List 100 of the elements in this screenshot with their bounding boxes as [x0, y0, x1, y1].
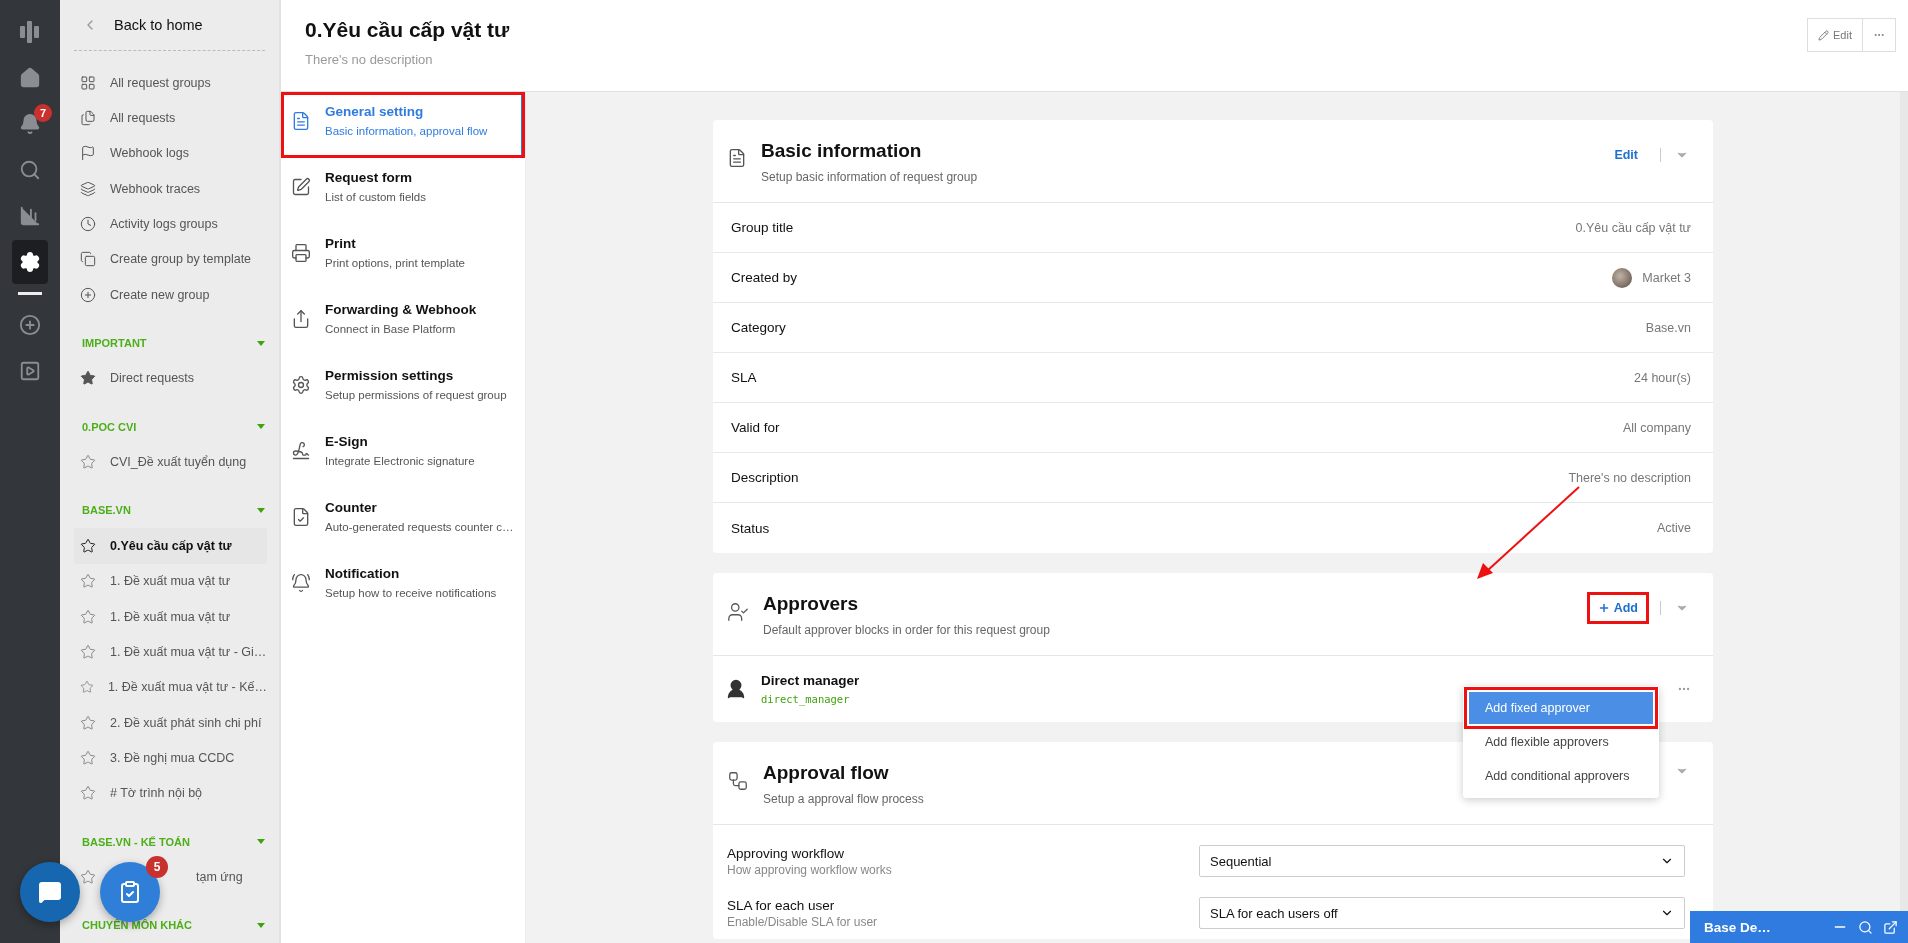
edit-icon: [291, 177, 311, 197]
settings-nav-item[interactable]: E-Sign Integrate Electronic signature: [281, 422, 525, 488]
sidebar-link[interactable]: All request groups: [74, 64, 267, 101]
select-field[interactable]: SLA for each users off: [1199, 897, 1685, 929]
back-link[interactable]: Back to home: [114, 17, 203, 34]
layers-icon: [80, 180, 96, 197]
card-subtitle: Setup basic information of request group: [761, 170, 978, 184]
sidebar-item[interactable]: 2. Đề xuất phát sinh chi phí: [74, 704, 267, 741]
copy-icon: [80, 251, 96, 268]
external-link-icon[interactable]: [1883, 919, 1898, 935]
settings-nav-item[interactable]: Notification Setup how to receive notifications: [281, 554, 525, 620]
home-icon: [19, 67, 41, 89]
star-icon[interactable]: [80, 679, 94, 696]
gear-icon: [291, 375, 311, 395]
collapse-caret-icon[interactable]: [257, 340, 265, 346]
sidebar-item[interactable]: 1. Đề xuất mua vật tư: [74, 598, 267, 635]
star-icon[interactable]: [80, 573, 96, 590]
message-icon: [38, 880, 62, 904]
section-title: IMPORTANT: [82, 337, 147, 350]
widget-title: Base De…: [1704, 919, 1771, 935]
nav-title: Counter: [325, 500, 378, 515]
nav-subtitle: Integrate Electronic signature: [325, 455, 475, 467]
sidebar-item[interactable]: 3. Đề nghị mua CCDC: [74, 740, 267, 776]
menu-item[interactable]: Add conditional approvers: [1469, 760, 1653, 792]
field-value: Active: [1656, 521, 1691, 535]
user-check-icon: [727, 601, 749, 623]
settings-nav-item[interactable]: General setting Basic information, approval flow: [281, 92, 525, 158]
add-button[interactable]: Add: [1589, 595, 1646, 621]
field-label: Group title: [731, 220, 794, 235]
menu-item[interactable]: Add flexible approvers: [1469, 726, 1653, 758]
sidebar-item[interactable]: # Tờ trình nội bộ: [74, 775, 267, 812]
grid-icon: [80, 74, 96, 91]
sidebar-item[interactable]: 1. Đề xuất mua vật tư: [74, 563, 267, 599]
field-label: Status: [731, 520, 770, 536]
nav-title: General setting: [325, 104, 425, 119]
star-icon[interactable]: [80, 643, 96, 660]
star-icon[interactable]: [80, 714, 96, 731]
collapse-caret-icon[interactable]: [257, 922, 265, 928]
collapse-caret-icon[interactable]: [257, 839, 265, 845]
bell-icon: [19, 113, 41, 135]
field-value: Market 3: [1642, 270, 1691, 285]
star-icon[interactable]: [80, 370, 96, 387]
file-check-icon: [291, 507, 311, 527]
sidebar-item[interactable]: Direct requests: [74, 360, 267, 397]
sidebar-item[interactable]: 0.Yêu cầu cấp vật tư: [74, 528, 267, 564]
notification-badge: 7: [34, 104, 52, 122]
star-icon[interactable]: [80, 454, 96, 471]
sidebar-item[interactable]: CVI_Đề xuất tuyển dụng: [74, 444, 267, 480]
rail-button[interactable]: [12, 240, 48, 284]
card-title: Approvers: [763, 593, 860, 615]
card-subtitle: Default approver blocks in order for this request group: [763, 623, 1050, 637]
flag-icon: [80, 145, 96, 162]
card-subtitle: Setup a approval flow process: [763, 792, 924, 806]
field-hint: Enable/Disable SLA for user: [727, 914, 879, 929]
star-icon[interactable]: [80, 869, 96, 886]
field-value: Base.vn: [1645, 320, 1691, 335]
workflow-icon: [727, 770, 749, 792]
settings-nav-item[interactable]: Request form List of custom fields: [281, 158, 525, 224]
settings-nav-item[interactable]: Counter Auto-generated requests counter c…: [281, 488, 525, 554]
sidebar-link[interactable]: Webhook traces: [74, 170, 267, 207]
field-label: Category: [731, 320, 786, 335]
field-label: SLA for each user: [727, 897, 836, 913]
sidebar-link[interactable]: Activity logs groups: [74, 206, 267, 242]
sidebar-item[interactable]: tạm ứng: [192, 868, 247, 887]
chat-widget-bar[interactable]: Base De…: [1690, 911, 1908, 943]
nav-subtitle: Connect in Base Platform: [325, 323, 457, 335]
star-icon[interactable]: [80, 537, 96, 554]
star-icon[interactable]: [80, 608, 96, 625]
nav-subtitle: Setup how to receive notifications: [325, 587, 497, 599]
clock-icon: [80, 215, 96, 232]
field-value: All company: [1622, 420, 1691, 435]
sidebar-link[interactable]: Create group by template: [74, 241, 267, 277]
settings-icon: [19, 251, 41, 273]
settings-nav-item[interactable]: Print Print options, print template: [281, 224, 525, 290]
card-title: Basic information: [761, 140, 923, 162]
select-field[interactable]: Sequential: [1199, 845, 1685, 877]
star-icon[interactable]: [80, 785, 96, 802]
section-title: BASE.VN: [82, 504, 131, 517]
collapse-caret-icon[interactable]: [257, 424, 265, 430]
page-description: There's no description: [305, 52, 434, 67]
field-label: Approving workflow: [727, 845, 846, 861]
signature-icon: [291, 441, 311, 461]
logo-icon[interactable]: [20, 21, 40, 43]
field-label: SLA: [731, 370, 757, 385]
search-icon[interactable]: [1858, 919, 1873, 935]
sidebar-item[interactable]: 1. Đề xuất mua vật tư - Gi…: [74, 634, 267, 670]
sidebar-link[interactable]: Create new group: [74, 277, 267, 313]
nav-title: E-Sign: [325, 434, 369, 449]
star-icon[interactable]: [80, 750, 96, 766]
sidebar-link[interactable]: Webhook logs: [74, 135, 267, 171]
settings-nav-item[interactable]: Permission settings Setup permissions of request group: [281, 356, 525, 422]
collapse-caret-icon[interactable]: [257, 507, 265, 513]
approver-name: Direct manager: [761, 673, 860, 688]
field-label: Description: [731, 470, 799, 485]
user-icon: [725, 678, 747, 700]
plus-circle-icon: [80, 286, 96, 303]
sidebar-item[interactable]: 1. Đề xuất mua vật tư - Kế…: [74, 669, 267, 705]
settings-nav-item[interactable]: Forwarding & Webhook Connect in Base Platform: [281, 290, 525, 356]
sidebar-link[interactable]: All requests: [74, 100, 267, 136]
edit-button[interactable]: Edit: [1807, 18, 1863, 52]
